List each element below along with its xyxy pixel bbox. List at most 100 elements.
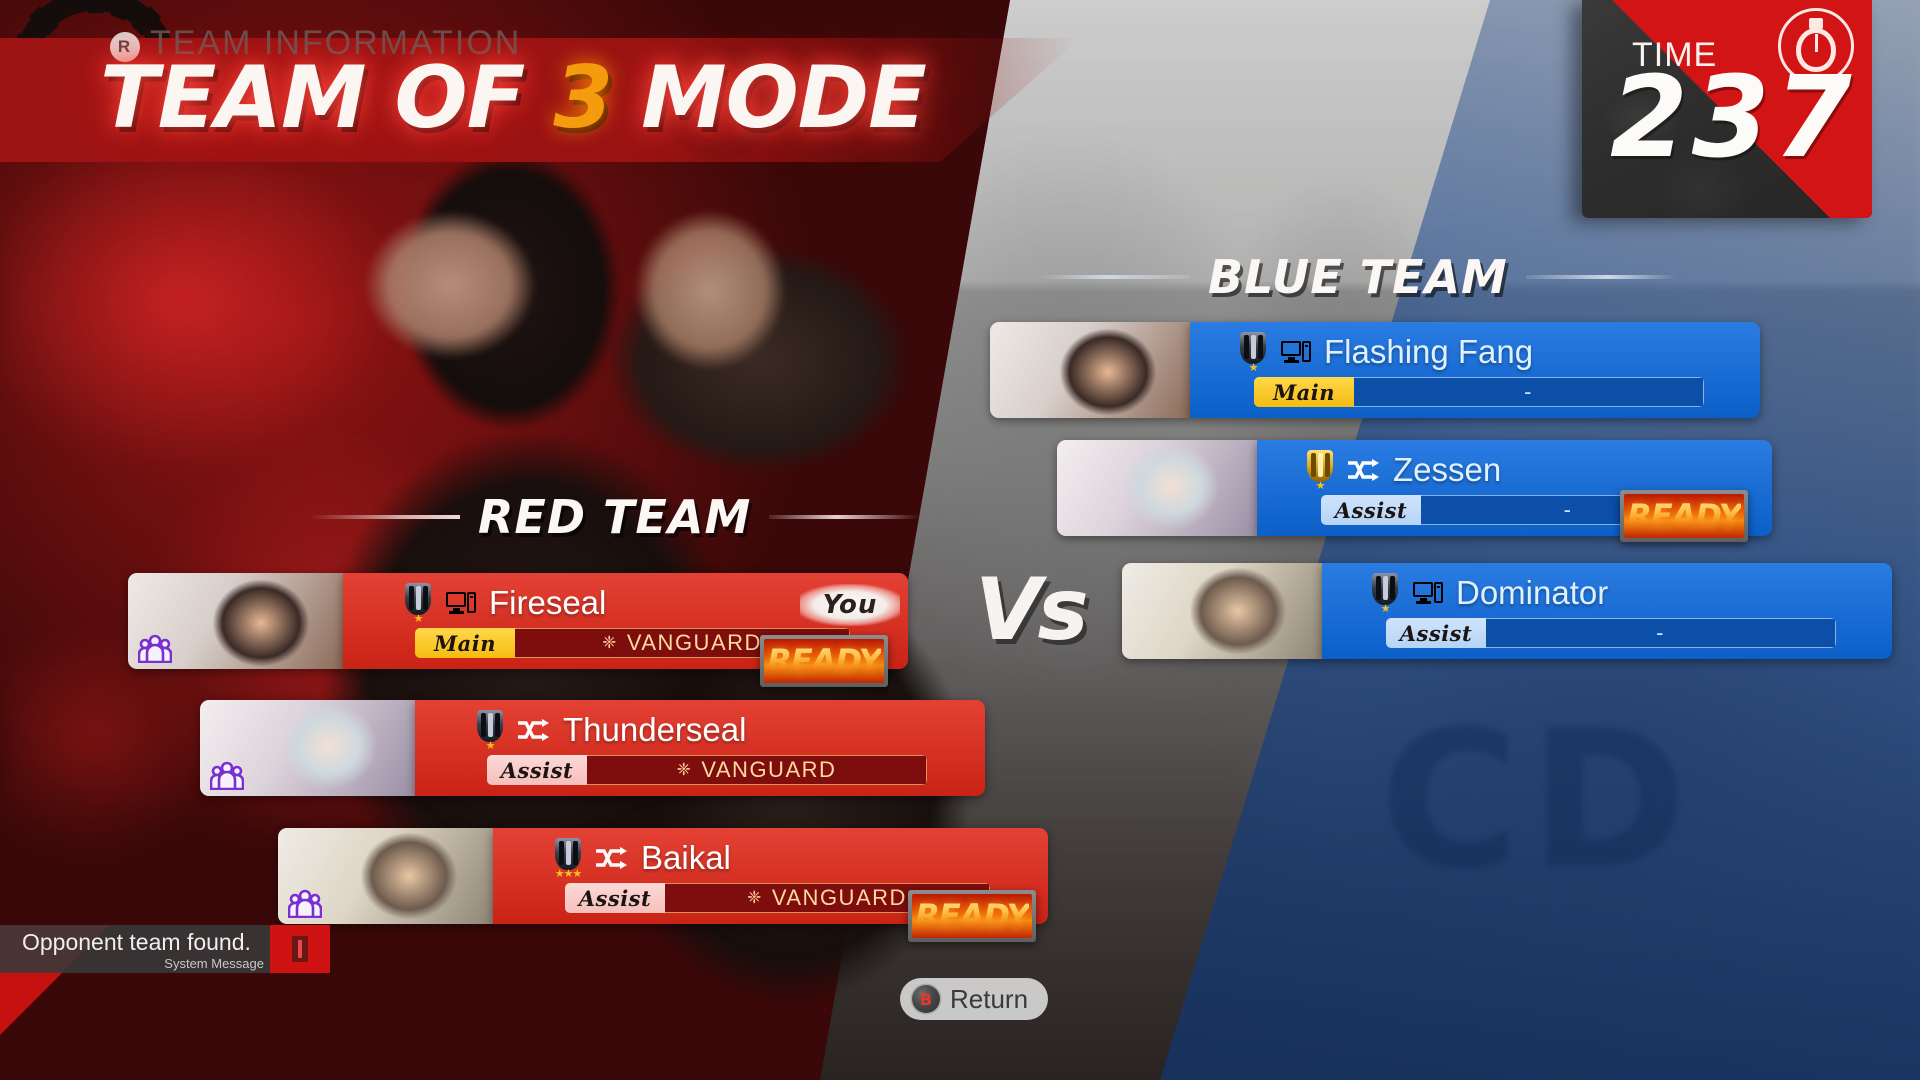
party-icon bbox=[209, 760, 245, 791]
red-team-heading: RED TEAM bbox=[310, 490, 920, 544]
slot-type-badge: Assist bbox=[1386, 618, 1486, 648]
player-card-body: ★ Thunderseal Assist ❈ VANGUARD bbox=[415, 700, 985, 796]
pc-icon bbox=[1413, 581, 1443, 605]
blue-team-heading-text: BLUE TEAM bbox=[1208, 250, 1508, 304]
timer-panel: TIME 237 bbox=[1582, 0, 1872, 218]
ready-badge: READY bbox=[1620, 490, 1748, 542]
player-identity-row: ★ Flashing Fang bbox=[1238, 332, 1534, 374]
vs-label: Vs bbox=[975, 560, 1089, 660]
rank-stars: ★ bbox=[1315, 480, 1326, 492]
return-button[interactable]: B Return bbox=[900, 978, 1049, 1020]
system-message-text: Opponent team found. bbox=[22, 929, 251, 955]
heading-rule-right bbox=[1525, 275, 1676, 279]
party-icon bbox=[137, 633, 173, 664]
shuffle-icon bbox=[517, 719, 549, 741]
pc-icon bbox=[446, 591, 476, 615]
heading-rule-right bbox=[769, 515, 920, 519]
you-badge-label: You bbox=[822, 590, 878, 620]
player-identity-row: ★ Zessen bbox=[1305, 450, 1502, 492]
return-button-label: Return bbox=[950, 983, 1029, 1014]
timer-value: 237 bbox=[1610, 53, 1856, 183]
b-button-letter: B bbox=[919, 989, 933, 1009]
character-name: - bbox=[1524, 379, 1533, 404]
heading-rule-left bbox=[1040, 275, 1190, 279]
character-name: VANGUARD bbox=[626, 630, 762, 655]
player-card[interactable]: ★ Flashing Fang Main - bbox=[990, 322, 1760, 418]
page-title-part2: MODE bbox=[612, 48, 927, 148]
ready-badge-label: READY bbox=[915, 897, 1030, 935]
player-identity-row: ★★★ Baikal bbox=[553, 838, 731, 880]
alert-icon bbox=[270, 925, 330, 973]
slot-type-badge: Assist bbox=[1321, 495, 1421, 525]
character-slot[interactable]: Main - bbox=[1254, 377, 1704, 407]
player-card[interactable]: ★ Dominator Assist - bbox=[1122, 563, 1892, 659]
player-portrait bbox=[278, 828, 493, 924]
character-emblem-icon: ❈ bbox=[676, 760, 693, 779]
pc-icon bbox=[1281, 340, 1311, 364]
shuffle-icon bbox=[595, 847, 627, 869]
player-portrait bbox=[1057, 440, 1257, 536]
slot-character-value: - bbox=[1486, 618, 1836, 648]
slot-character-value: - bbox=[1354, 377, 1704, 407]
ready-badge: READY bbox=[908, 890, 1036, 942]
ready-badge: READY bbox=[760, 635, 888, 687]
team-information-screen: CD R TEAM INFORMATION TEAM OF 3 MODE TIM… bbox=[0, 0, 1920, 1080]
rank-emblem-icon: ★ bbox=[403, 583, 433, 625]
shuffle-icon bbox=[595, 846, 628, 870]
rank-stars: ★ bbox=[1380, 603, 1391, 615]
player-portrait bbox=[1122, 563, 1322, 659]
player-identity-row: ★ Dominator bbox=[1370, 573, 1609, 615]
blue-team-heading: BLUE TEAM bbox=[1040, 250, 1676, 304]
player-card[interactable]: ★ Thunderseal Assist ❈ VANGUARD bbox=[200, 700, 985, 796]
character-name: VANGUARD bbox=[771, 885, 907, 910]
shuffle-icon bbox=[1347, 458, 1380, 482]
player-name: Thunderseal bbox=[563, 711, 747, 748]
rank-emblem-icon: ★ bbox=[1238, 332, 1268, 374]
player-name: Fireseal bbox=[489, 584, 607, 621]
player-card-body: ★ Dominator Assist - bbox=[1322, 563, 1892, 659]
party-icon bbox=[137, 634, 173, 664]
character-emblem-icon: ❈ bbox=[747, 888, 763, 907]
page-title: TEAM OF 3 MODE bbox=[100, 48, 927, 148]
b-button-icon: B bbox=[912, 985, 940, 1013]
player-name: Baikal bbox=[641, 839, 731, 876]
heading-rule-left bbox=[310, 515, 460, 519]
rank-emblem-icon: ★ bbox=[1305, 450, 1335, 492]
slot-type-badge: Main bbox=[1254, 377, 1354, 407]
rank-emblem-icon: ★ bbox=[1370, 573, 1400, 615]
page-title-number: 3 bbox=[553, 48, 613, 148]
background-character-hand bbox=[600, 185, 830, 405]
character-emblem-icon: ❈ bbox=[602, 633, 618, 652]
player-name: Flashing Fang bbox=[1324, 333, 1534, 370]
system-message: Opponent team found. System Message bbox=[0, 925, 330, 973]
background-character-face bbox=[330, 165, 590, 395]
slot-character-value: ❈ VANGUARD bbox=[587, 755, 927, 785]
player-identity-row: ★ Thunderseal bbox=[475, 710, 747, 752]
party-icon bbox=[287, 889, 323, 919]
player-name: Dominator bbox=[1456, 574, 1609, 611]
background-watermark: CD bbox=[1380, 690, 1698, 911]
slot-type-badge: Assist bbox=[565, 883, 665, 913]
rank-stars: ★ bbox=[485, 740, 496, 752]
you-badge: You bbox=[800, 584, 900, 626]
rank-stars: ★ bbox=[413, 613, 424, 625]
character-slot[interactable]: Assist - bbox=[1386, 618, 1836, 648]
player-identity-row: ★ Fireseal bbox=[403, 583, 607, 625]
player-name: Zessen bbox=[1393, 451, 1502, 488]
shuffle-icon bbox=[1347, 459, 1379, 481]
ready-badge-inner: READY bbox=[764, 639, 884, 683]
player-portrait bbox=[990, 322, 1190, 418]
player-portrait bbox=[200, 700, 415, 796]
rank-emblem-icon: ★ bbox=[475, 710, 505, 752]
character-name: - bbox=[1656, 620, 1665, 645]
rank-stars: ★ bbox=[1248, 362, 1259, 374]
player-card-body: ★ Flashing Fang Main - bbox=[1190, 322, 1760, 418]
page-title-part1: TEAM OF bbox=[100, 48, 554, 148]
character-slot[interactable]: Assist ❈ VANGUARD bbox=[487, 755, 927, 785]
system-message-subtitle: System Message bbox=[164, 956, 264, 971]
red-team-heading-text: RED TEAM bbox=[478, 490, 752, 544]
ready-badge-label: READY bbox=[1627, 497, 1742, 535]
rank-stars: ★★★ bbox=[554, 868, 583, 880]
player-portrait bbox=[128, 573, 343, 669]
ready-badge-label: READY bbox=[767, 642, 882, 680]
